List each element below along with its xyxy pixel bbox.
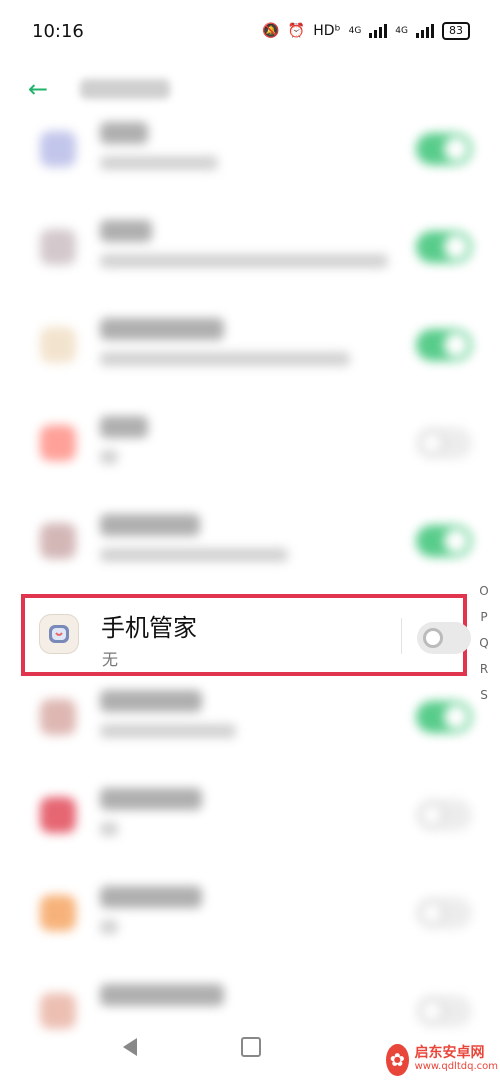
blurred-subtitle: [100, 724, 236, 738]
blurred-subtitle: [100, 156, 218, 170]
app-icon: [40, 797, 76, 833]
blurred-title: [100, 122, 148, 144]
watermark: ✿ 启东安卓网 www.qdltdq.com: [386, 1040, 498, 1080]
watermark-text: 启东安卓网 www.qdltdq.com: [415, 1046, 498, 1074]
app-list: [0, 100, 500, 590]
highlighted-list-item[interactable]: 手机管家 无: [21, 594, 471, 676]
blurred-title: [100, 220, 152, 242]
index-letter[interactable]: P: [476, 604, 492, 630]
phone-manager-icon: [39, 614, 79, 654]
watermark-main: 启东安卓网: [414, 1045, 485, 1061]
blurred-title: [100, 788, 202, 810]
index-letter[interactable]: R: [476, 656, 492, 682]
list-item[interactable]: [0, 492, 500, 590]
status-bar: 10:16 🔕 ⏰ HDᵇ 4G 4G 83: [0, 0, 500, 62]
list-item[interactable]: [0, 296, 500, 394]
index-letter[interactable]: O: [476, 578, 492, 604]
divider: [401, 618, 402, 654]
page-title-blurred: [80, 79, 170, 99]
blurred-title: [100, 690, 202, 712]
toggle-switch[interactable]: [417, 622, 471, 654]
watermark-logo-icon: ✿: [386, 1044, 409, 1076]
signal-label-1: 4G: [348, 26, 362, 36]
signal-strength-icon-1: [369, 24, 388, 38]
toggle-switch[interactable]: [416, 231, 472, 263]
blurred-title: [100, 886, 202, 908]
signal-label-2: 4G: [395, 26, 408, 36]
list-item[interactable]: [0, 198, 500, 296]
index-letter[interactable]: Q: [476, 630, 492, 656]
blurred-title: [100, 416, 148, 438]
list-item[interactable]: [0, 766, 500, 864]
app-list-lower: [0, 668, 500, 1060]
list-item[interactable]: [0, 668, 500, 766]
blurred-subtitle: [100, 920, 118, 934]
blurred-subtitle: [100, 450, 118, 464]
app-icon: [40, 131, 76, 167]
app-icon: [40, 229, 76, 265]
status-time: 10:16: [32, 20, 84, 42]
nav-home-icon[interactable]: [241, 1037, 261, 1057]
signal-strength-icon-2: [416, 24, 434, 38]
toggle-switch[interactable]: [416, 701, 472, 733]
list-item[interactable]: [0, 394, 500, 492]
blurred-subtitle: [100, 822, 118, 836]
blurred-subtitle: [100, 352, 350, 366]
app-icon: [40, 523, 76, 559]
blurred-title: [100, 318, 224, 340]
list-item[interactable]: [0, 864, 500, 962]
toggle-switch[interactable]: [416, 427, 472, 459]
list-item[interactable]: [0, 100, 500, 198]
nav-back-icon[interactable]: [123, 1038, 141, 1056]
blurred-subtitle: [100, 254, 388, 268]
blurred-subtitle: [100, 548, 288, 562]
app-icon: [40, 327, 76, 363]
item-subtitle: 无: [102, 650, 119, 669]
app-icon: [40, 425, 76, 461]
status-icons: 🔕 ⏰ HDᵇ 4G 4G 83: [262, 22, 470, 40]
toggle-switch[interactable]: [416, 525, 472, 557]
toggle-switch[interactable]: [416, 329, 472, 361]
bell-off-icon: 🔕: [262, 23, 280, 39]
item-title: 手机管家: [101, 614, 197, 642]
toggle-switch[interactable]: [416, 799, 472, 831]
blurred-title: [100, 514, 200, 536]
blurred-title: [100, 984, 224, 1006]
index-letter[interactable]: S: [476, 682, 492, 708]
watermark-url: www.qdltdq.com: [414, 1061, 498, 1072]
back-arrow-icon[interactable]: ←: [28, 75, 56, 103]
alphabet-index[interactable]: O P Q R S: [476, 578, 492, 708]
toggle-switch[interactable]: [416, 897, 472, 929]
alarm-clock-icon: ⏰: [287, 23, 306, 39]
battery-icon: 83: [442, 22, 470, 40]
app-icon: [40, 895, 76, 931]
toggle-switch[interactable]: [416, 133, 472, 165]
app-icon: [40, 699, 76, 735]
nav-recents-icon[interactable]: [361, 1039, 377, 1055]
network-label: HDᵇ: [313, 23, 341, 39]
